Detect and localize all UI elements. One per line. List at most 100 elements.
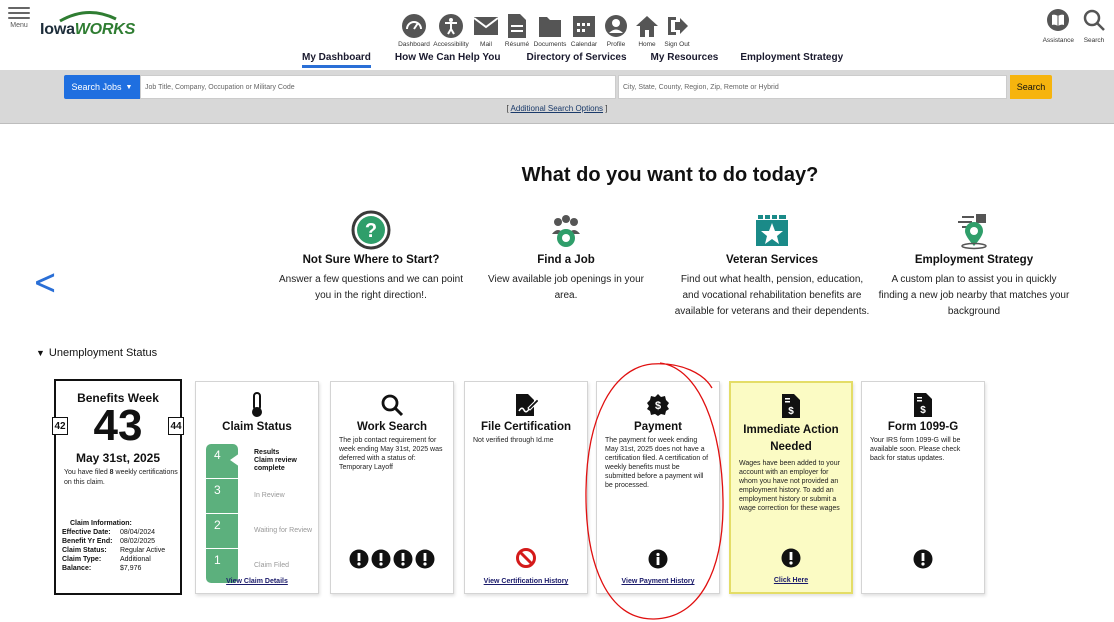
exclamation-icon[interactable] xyxy=(913,549,933,569)
invoice-dollar-icon: $ xyxy=(782,394,800,418)
info-key: Claim Status: xyxy=(62,547,107,554)
nav-home-label: Home xyxy=(638,41,656,48)
svg-text:$: $ xyxy=(655,400,661,412)
caret-down-icon: ▼ xyxy=(125,83,133,91)
option-desc: Answer a few questions and we can point … xyxy=(279,274,463,301)
carousel-prev-icon[interactable]: < xyxy=(33,262,57,303)
form-1099g-alert xyxy=(862,549,984,569)
info-icon[interactable] xyxy=(648,549,668,569)
exclamation-icon[interactable] xyxy=(393,549,413,569)
info-value: 08/04/2024 xyxy=(120,529,156,536)
info-key: Claim Type: xyxy=(62,556,102,563)
filed-prefix: You have filed xyxy=(64,469,110,476)
thermometer-icon xyxy=(252,392,262,417)
nav-mail-label: Mail xyxy=(480,41,492,48)
search-jobs-dropdown[interactable]: Search Jobs ▼ xyxy=(64,75,140,99)
nav-resume-label: Résumé xyxy=(504,41,530,48)
resume-icon xyxy=(508,14,526,38)
view-claim-details-link[interactable]: View Claim Details xyxy=(196,578,318,585)
nav-sign-out[interactable]: Sign Out xyxy=(662,12,692,52)
option-find-a-job[interactable]: Find a Job View available job openings i… xyxy=(478,208,654,304)
click-here-link[interactable]: Click Here xyxy=(731,577,851,584)
search-tool-label: Search xyxy=(1083,37,1105,44)
work-search-title: Work Search xyxy=(356,421,428,433)
nav-profile[interactable]: Profile xyxy=(600,12,632,52)
additional-search-link[interactable]: Additional Search Options xyxy=(511,104,604,113)
step-number: 1 xyxy=(214,553,221,567)
svg-text:$: $ xyxy=(788,406,794,417)
nav-sign-out-label: Sign Out xyxy=(664,41,690,48)
work-search-alerts xyxy=(331,549,453,569)
search-tool-button[interactable]: Search xyxy=(1082,8,1106,44)
nav-documents[interactable]: Documents xyxy=(532,12,568,52)
iowaworks-logo[interactable]: IowaWORKS xyxy=(40,9,135,38)
step-number: 3 xyxy=(214,483,221,497)
payment-card: $ Payment The payment for week ending Ma… xyxy=(596,381,720,594)
step-1-label: Claim Filed xyxy=(254,562,290,569)
form-1099g-card: $ Form 1099-G Your IRS form 1099-G will … xyxy=(861,381,985,594)
page-title: What do you want to do today? xyxy=(521,164,819,186)
prev-week-button[interactable]: 42 xyxy=(52,417,68,435)
claim-info-heading: Claim Information: xyxy=(70,520,132,527)
nav-dashboard[interactable]: Dashboard xyxy=(396,12,432,52)
view-payment-history-link[interactable]: View Payment History xyxy=(597,578,719,585)
nav-home[interactable]: Home xyxy=(632,12,662,52)
option-not-sure[interactable]: ? Not Sure Where to Start? Answer a few … xyxy=(276,208,466,304)
option-employment-strategy[interactable]: Employment Strategy A custom plan to ass… xyxy=(876,208,1072,320)
exclamation-icon[interactable] xyxy=(415,549,435,569)
bracket-close: ] xyxy=(603,104,608,113)
nav-employment-strategy[interactable]: Employment Strategy xyxy=(740,52,843,68)
step-4: 4 Results Claim review complete xyxy=(206,444,297,478)
immediate-action-body: Wages have been added to your account wi… xyxy=(739,460,840,512)
week-number: 43 xyxy=(93,401,143,450)
next-week-button[interactable]: 44 xyxy=(168,417,184,435)
week-date: May 31st, 2025 xyxy=(75,451,161,465)
payment-title: Payment xyxy=(634,421,682,433)
benefits-week-card: Benefits Week 42 44 43 May 31st, 2025 Yo… xyxy=(52,379,184,595)
step-3-label: In Review xyxy=(254,492,285,499)
nav-calendar-label: Calendar xyxy=(570,41,598,48)
form-1099g-body: Your IRS form 1099-G will be available s… xyxy=(870,437,961,462)
book-icon xyxy=(1047,9,1070,31)
nav-calendar[interactable]: Calendar xyxy=(568,12,600,52)
info-key: Effective Date: xyxy=(62,529,111,536)
triangle-down-icon: ▼ xyxy=(36,348,45,358)
nav-mail[interactable]: Mail xyxy=(470,12,502,52)
text-nav: My Dashboard How We Can Help You Directo… xyxy=(296,52,843,68)
search-icon xyxy=(1083,9,1105,31)
nav-dashboard-label: Dashboard xyxy=(398,41,430,48)
job-search-bar: Search Jobs ▼ Job Title, Company, Occupat… xyxy=(0,70,1114,124)
dollar-badge-icon: $ xyxy=(647,394,669,416)
exclamation-icon[interactable] xyxy=(371,549,391,569)
view-certification-history-link[interactable]: View Certification History xyxy=(465,578,587,585)
nav-resume[interactable]: Résumé xyxy=(502,12,532,52)
unemployment-status-toggle[interactable]: ▼ Unemployment Status xyxy=(36,347,157,359)
claim-info-row: Claim Status: Regular Active xyxy=(62,546,165,555)
claim-info-row: Claim Type: Additional xyxy=(62,555,165,564)
magnifier-icon xyxy=(381,394,404,417)
nav-my-resources[interactable]: My Resources xyxy=(651,52,719,68)
option-title: Veteran Services xyxy=(725,254,819,266)
info-key: Balance: xyxy=(62,565,92,572)
nav-accessibility[interactable]: Accessibility xyxy=(432,12,470,52)
nav-my-dashboard[interactable]: My Dashboard xyxy=(302,52,371,68)
assistance-button[interactable]: Assistance xyxy=(1043,8,1074,44)
nav-how-we-can-help[interactable]: How We Can Help You xyxy=(395,52,501,68)
exclamation-icon[interactable] xyxy=(349,549,369,569)
mail-icon xyxy=(473,17,499,35)
hamburger-icon xyxy=(6,7,32,19)
search-jobs-label: Search Jobs xyxy=(71,82,122,92)
nav-accessibility-label: Accessibility xyxy=(433,41,469,48)
menu-button[interactable]: Menu xyxy=(6,4,32,29)
nav-directory-of-services[interactable]: Directory of Services xyxy=(526,52,626,68)
unemployment-status-label: Unemployment Status xyxy=(48,347,158,359)
search-button[interactable]: Search xyxy=(1010,75,1052,99)
exclamation-icon[interactable] xyxy=(781,548,801,568)
sign-out-icon xyxy=(668,17,688,35)
payment-status xyxy=(597,549,719,569)
job-keyword-input[interactable]: Job Title, Company, Occupation or Milita… xyxy=(140,75,616,99)
option-veteran-services[interactable]: Veteran Services Find out what health, p… xyxy=(672,208,872,320)
logo-suffix: WORKS xyxy=(74,21,136,38)
location-input[interactable]: City, State, County, Region, Zip, Remote… xyxy=(618,75,1007,99)
file-certification-card: File Certification Not verified through … xyxy=(464,381,588,594)
